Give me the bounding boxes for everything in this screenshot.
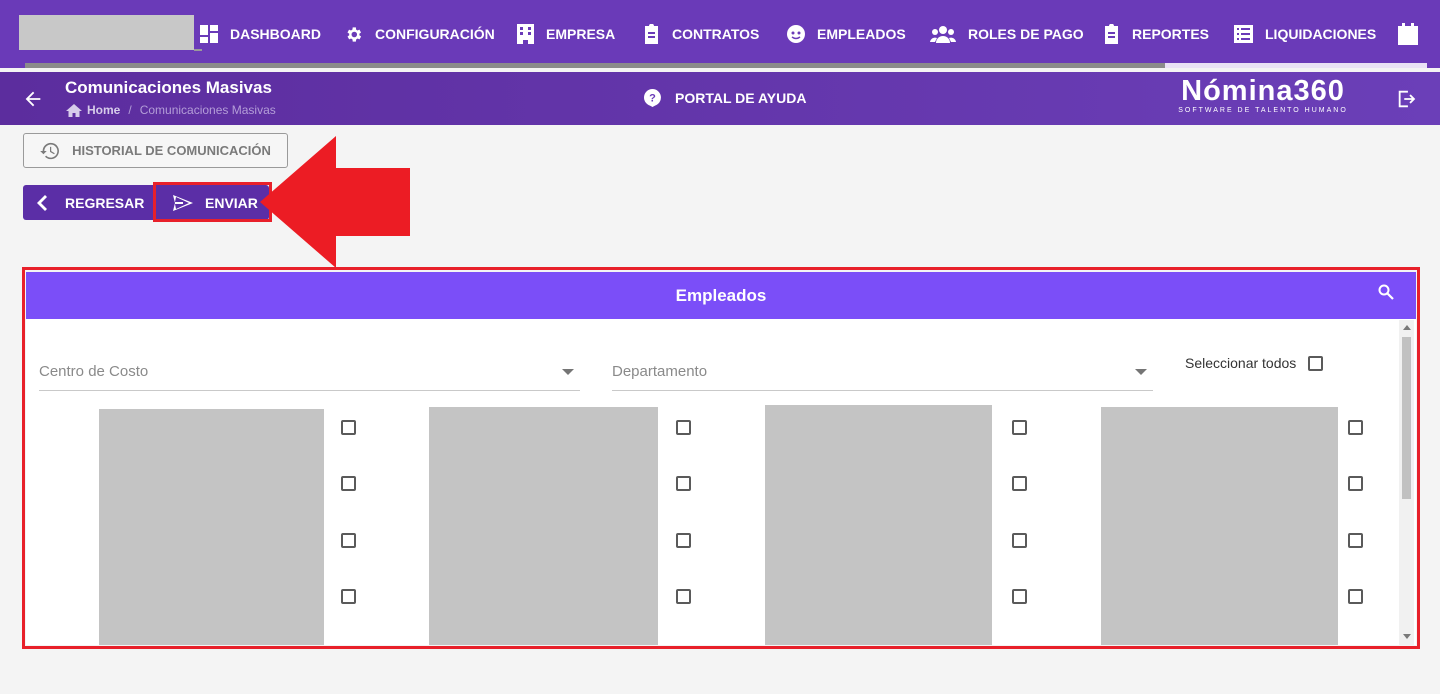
- nav-item-liquidaciones[interactable]: LIQUIDACIONES: [1234, 20, 1376, 48]
- home-icon[interactable]: [66, 103, 82, 117]
- employee-checkbox[interactable]: [1012, 533, 1027, 548]
- logo-underline: [194, 49, 202, 51]
- nav-active-indicator-track: [25, 63, 1165, 68]
- employee-checkbox[interactable]: [676, 476, 691, 491]
- scroll-down-icon[interactable]: [1403, 634, 1411, 639]
- panel-scrollbar[interactable]: [1399, 320, 1414, 645]
- page-title: Comunicaciones Masivas: [65, 78, 272, 97]
- back-arrow-icon[interactable]: [22, 88, 44, 110]
- chevron-down-icon: [1135, 369, 1147, 375]
- list-icon: [1234, 25, 1253, 43]
- scroll-up-icon[interactable]: [1403, 325, 1411, 330]
- brand-logo: Nómina360 SOFTWARE DE TALENTO HUMANO: [1173, 74, 1353, 114]
- breadcrumb-current: Comunicaciones Masivas: [139, 103, 276, 117]
- employee-list-redacted: [1101, 407, 1338, 645]
- face-icon: [787, 25, 805, 43]
- nav-item-empresa[interactable]: EMPRESA: [517, 20, 615, 48]
- annotation-arrow: [260, 136, 410, 268]
- nav-label: CONTRATOS: [672, 26, 760, 42]
- company-logo-placeholder: [19, 15, 194, 50]
- department-placeholder: Departamento: [612, 363, 708, 380]
- brand-name: Nómina360: [1181, 75, 1345, 107]
- building-icon: [517, 24, 534, 44]
- back-label: REGRESAR: [65, 194, 145, 211]
- nav-label: CONFIGURACIÓN: [375, 26, 495, 42]
- select-all-checkbox[interactable]: [1308, 355, 1324, 371]
- svg-text:?: ?: [649, 93, 656, 105]
- employee-checkbox[interactable]: [676, 420, 691, 435]
- employee-list-redacted: [429, 407, 658, 645]
- nav-label: ROLES DE PAGO: [968, 26, 1084, 42]
- breadcrumb-home[interactable]: Home: [87, 103, 120, 117]
- panel-title: Empleados: [675, 285, 767, 305]
- employee-list-redacted: [99, 409, 324, 645]
- breadcrumb-separator: /: [128, 103, 132, 117]
- employee-checkbox[interactable]: [341, 476, 356, 491]
- chevron-left-icon: [37, 194, 47, 211]
- search-icon[interactable]: [1378, 284, 1394, 300]
- employee-checkbox[interactable]: [341, 533, 356, 548]
- history-button[interactable]: HISTORIAL DE COMUNICACIÓN: [23, 133, 288, 168]
- gear-icon: [347, 26, 362, 42]
- select-all[interactable]: Seleccionar todos: [1185, 355, 1324, 371]
- cost-center-select[interactable]: Centro de Costo: [39, 356, 580, 391]
- calendar-icon: [1398, 23, 1418, 45]
- nav-item-empleados[interactable]: EMPLEADOS: [787, 20, 906, 48]
- employee-checkbox[interactable]: [1012, 420, 1027, 435]
- department-select[interactable]: Departamento: [612, 356, 1153, 391]
- nav-label: LIQUIDACIONES: [1265, 26, 1377, 42]
- scroll-thumb[interactable]: [1402, 337, 1411, 499]
- nav-item-calendar[interactable]: [1398, 20, 1430, 48]
- nav-label: EMPLEADOS: [817, 26, 906, 42]
- nav-item-dashboard[interactable]: DASHBOARD: [200, 20, 321, 48]
- nav-label: DASHBOARD: [230, 26, 321, 42]
- panel-header: Empleados: [26, 272, 1416, 319]
- nav-item-configuracion[interactable]: CONFIGURACIÓN: [344, 20, 495, 48]
- help-icon: ?: [644, 89, 661, 107]
- help-label: PORTAL DE AYUDA: [675, 90, 807, 106]
- employee-checkbox[interactable]: [341, 589, 356, 604]
- employee-list-redacted: [765, 405, 992, 645]
- employee-checkbox[interactable]: [1348, 589, 1363, 604]
- employee-checkbox[interactable]: [1348, 476, 1363, 491]
- clipboard-icon: [1105, 24, 1118, 44]
- help-portal-link[interactable]: ? PORTAL DE AYUDA: [644, 89, 806, 107]
- send-highlight-box: [153, 182, 272, 222]
- nav-label: REPORTES: [1132, 26, 1210, 42]
- nav-item-reportes[interactable]: REPORTES: [1103, 20, 1209, 48]
- nav-item-roles-de-pago[interactable]: ROLES DE PAGO: [930, 20, 1084, 48]
- cost-center-placeholder: Centro de Costo: [39, 363, 149, 380]
- top-nav: DASHBOARD CONFIGURACIÓN EMPRESA CONTRATO…: [0, 0, 1440, 68]
- nav-label: EMPRESA: [546, 26, 616, 42]
- dashboard-icon: [200, 25, 218, 43]
- clipboard-icon: [645, 24, 658, 44]
- employee-checkbox[interactable]: [676, 589, 691, 604]
- logout-icon[interactable]: [1396, 88, 1418, 110]
- group-icon: [930, 26, 956, 43]
- back-button[interactable]: REGRESAR: [23, 185, 155, 220]
- select-all-label: Seleccionar todos: [1185, 355, 1297, 371]
- employee-checkbox[interactable]: [1348, 420, 1363, 435]
- history-icon: [40, 142, 60, 159]
- page-header: Comunicaciones Masivas Home / Comunicaci…: [0, 72, 1440, 125]
- breadcrumb: Home / Comunicaciones Masivas: [66, 103, 276, 117]
- nav-active-indicator: [1165, 63, 1427, 68]
- employee-checkbox[interactable]: [1012, 589, 1027, 604]
- employee-checkbox[interactable]: [1012, 476, 1027, 491]
- history-label: HISTORIAL DE COMUNICACIÓN: [72, 143, 271, 158]
- employee-checkbox[interactable]: [341, 420, 356, 435]
- employee-checkbox[interactable]: [1348, 533, 1363, 548]
- nav-item-contratos[interactable]: CONTRATOS: [643, 20, 759, 48]
- chevron-down-icon: [562, 369, 574, 375]
- brand-tagline: SOFTWARE DE TALENTO HUMANO: [1178, 107, 1348, 114]
- employee-checkbox[interactable]: [676, 533, 691, 548]
